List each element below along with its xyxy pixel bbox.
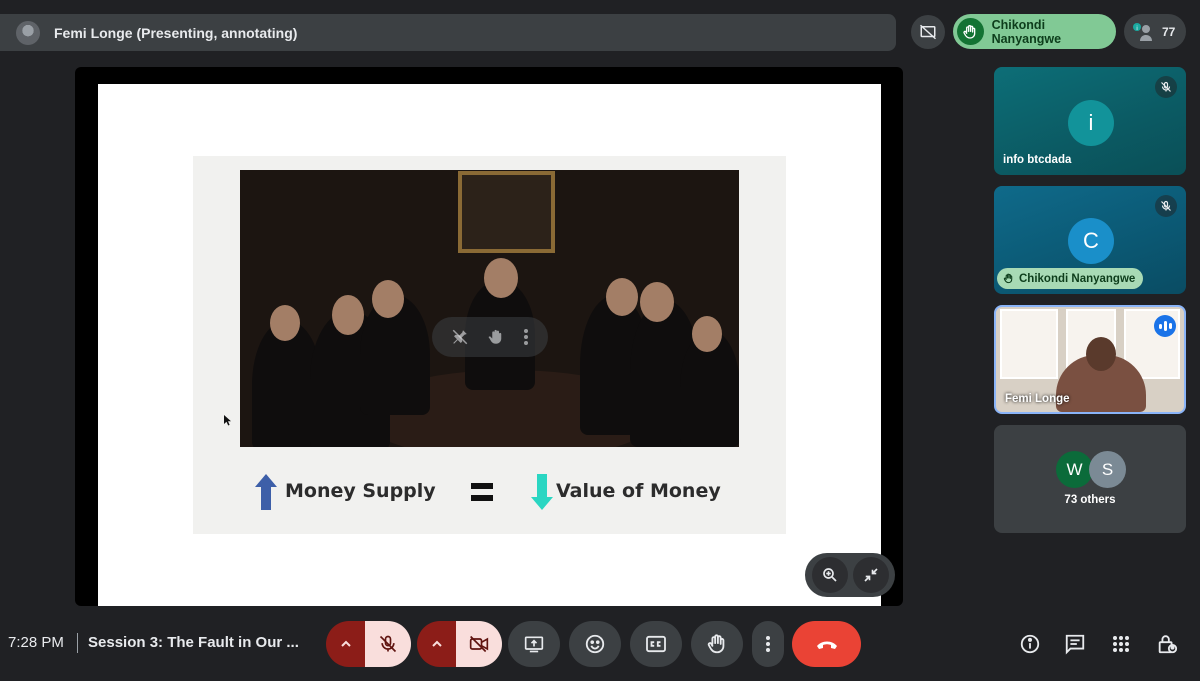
equals-sign <box>471 483 493 501</box>
mic-off-icon <box>379 635 397 653</box>
mic-off-icon <box>1155 195 1177 217</box>
captions-button[interactable] <box>630 621 682 667</box>
participant-count: 77 <box>1162 24 1176 39</box>
videocam-off-icon <box>469 635 489 653</box>
participant-video-tile[interactable]: Femi Longe <box>994 305 1186 414</box>
person-head <box>332 295 364 335</box>
info-icon <box>1020 634 1040 654</box>
equation-row: Money Supply Value of Money <box>253 474 733 510</box>
tile-hover-controls[interactable] <box>432 317 548 357</box>
person-head <box>372 280 404 318</box>
value-of-money-label: Value of Money <box>556 480 721 502</box>
collapse-icon <box>863 568 878 582</box>
person-head <box>640 282 674 322</box>
person-head <box>692 316 722 352</box>
slide: Money Supply Value of Money <box>98 84 881 606</box>
zoom-in-button[interactable] <box>811 557 848 593</box>
mic-off-icon <box>1155 76 1177 98</box>
host-controls-button[interactable] <box>1153 630 1181 658</box>
zoom-controls <box>805 553 895 597</box>
divider <box>77 633 78 653</box>
participant-avatar: C <box>1068 218 1114 264</box>
leave-call-button[interactable] <box>792 621 861 667</box>
apps-grid-icon <box>1113 636 1129 652</box>
up-arrow-icon <box>255 474 277 510</box>
participant-avatar: i <box>1068 100 1114 146</box>
chat-icon <box>1065 634 1085 655</box>
wall-portrait <box>458 171 555 253</box>
person-head <box>484 258 518 298</box>
participant-avatar: W <box>1056 451 1093 488</box>
person-head <box>270 305 300 341</box>
participant-name: Chikondi Nanyangwe <box>1019 272 1136 285</box>
audio-options-button[interactable] <box>326 621 365 667</box>
participant-tile[interactable]: i info btcdada <box>994 67 1186 175</box>
person-head <box>606 278 638 316</box>
raised-hand-pill[interactable]: Chikondi Nanyangwe <box>953 14 1116 49</box>
presenter-avatar <box>16 20 40 45</box>
camera-control-group <box>417 621 502 667</box>
boardroom-photo <box>240 170 739 447</box>
meeting-title: Session 3: The Fault in Our ... <box>88 634 299 651</box>
bookshelf <box>1000 309 1058 379</box>
hide-presentation-button[interactable] <box>911 15 945 49</box>
chevron-up-icon <box>340 640 351 647</box>
present-to-all-icon <box>524 636 544 653</box>
participant-name: info btcdada <box>1003 154 1072 166</box>
participant-name: Femi Longe <box>1005 393 1070 405</box>
closed-caption-icon <box>646 635 666 653</box>
call-end-icon <box>816 641 837 649</box>
presenter-bar[interactable]: Femi Longe (Presenting, annotating) <box>0 14 896 51</box>
presenter-head <box>1086 337 1116 371</box>
zoom-in-icon <box>822 568 837 582</box>
hand-icon[interactable] <box>487 328 505 346</box>
hand-icon <box>707 634 725 654</box>
svg-text:i: i <box>1136 26 1137 32</box>
presenter-label: Femi Longe (Presenting, annotating) <box>54 24 298 41</box>
more-options-button[interactable] <box>752 621 784 667</box>
chevron-up-icon <box>431 640 442 647</box>
participant-avatar: S <box>1089 451 1126 488</box>
raise-hand-button[interactable] <box>691 621 743 667</box>
mouse-cursor-icon <box>224 415 231 426</box>
exit-fullscreen-button[interactable] <box>852 557 889 593</box>
presentation-off-icon <box>919 24 937 40</box>
raised-hand-name: Chikondi Nanyangwe <box>991 17 1062 46</box>
unpin-icon[interactable] <box>451 328 469 346</box>
down-arrow-icon <box>531 474 553 510</box>
presentation-stage: Money Supply Value of Money <box>75 67 903 606</box>
raised-hand-icon <box>957 18 984 45</box>
others-tile[interactable]: W S 73 others <box>994 425 1186 533</box>
people-button[interactable]: i 77 <box>1124 14 1186 49</box>
present-screen-button[interactable] <box>508 621 560 667</box>
chat-button[interactable] <box>1061 630 1089 658</box>
more-vert-icon <box>766 636 770 652</box>
reactions-button[interactable] <box>569 621 621 667</box>
mic-control-group <box>326 621 411 667</box>
speaking-indicator-icon <box>1154 315 1176 337</box>
slide-content: Money Supply Value of Money <box>193 156 786 534</box>
participant-tile[interactable]: C Chikondi Nanyangwe <box>994 186 1186 294</box>
others-count-label: 73 others <box>1064 494 1116 506</box>
emoji-icon <box>585 634 605 654</box>
raised-hand-icon <box>1003 273 1013 284</box>
activities-button[interactable] <box>1107 630 1135 658</box>
people-icon: i <box>1133 22 1152 41</box>
video-options-button[interactable] <box>417 621 456 667</box>
camera-toggle-button[interactable] <box>456 621 502 667</box>
meeting-details-button[interactable] <box>1016 630 1044 658</box>
money-supply-label: Money Supply <box>285 480 436 502</box>
more-vert-icon[interactable] <box>523 328 529 346</box>
raised-hand-chip: Chikondi Nanyangwe <box>997 268 1144 289</box>
microphone-toggle-button[interactable] <box>365 621 411 667</box>
lock-person-icon <box>1158 635 1178 654</box>
clock: 7:28 PM <box>8 634 64 651</box>
